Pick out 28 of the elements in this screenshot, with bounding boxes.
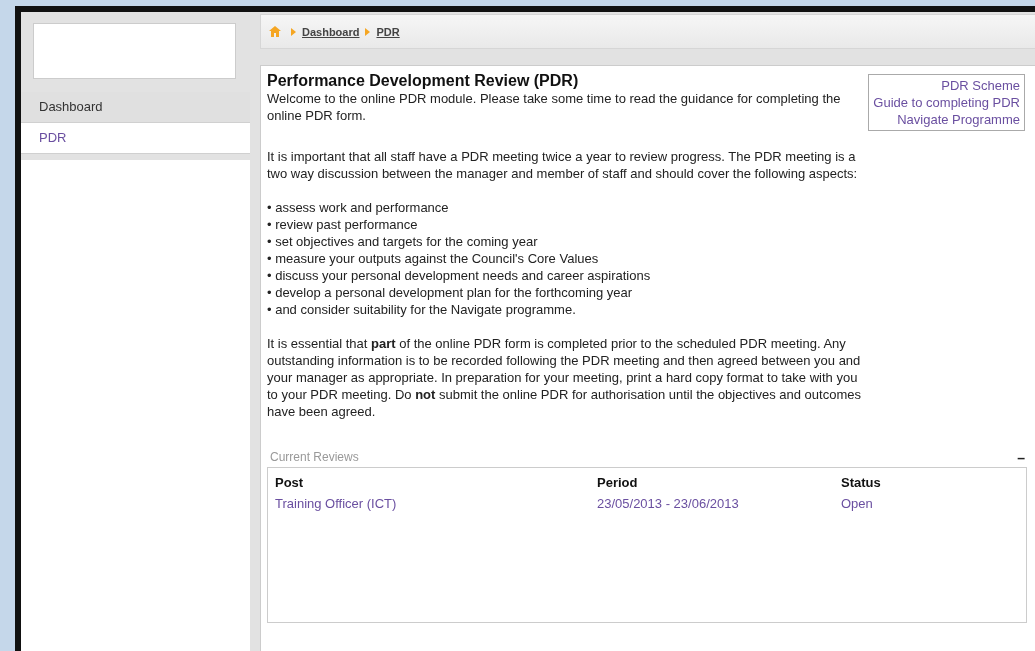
notice-text: It is essential that part of the online PDR form is completed prior to the scheduled PDR meeting. Any outstanding information is to be recorded following the PDR meeting and then agreed between you and your manager as appropriate. In preparation for your meeting, print a hard copy format to take with you to your PDR meeting. Do not submit the online PDR for authorisation until the objectives and outcomes have been agreed. xyxy=(267,335,862,420)
bullet-item: • discuss your personal development needs and career aspirations xyxy=(267,267,652,284)
intro-text: Welcome to the online PDR module. Please take some time to read the guidance for completing the online PDR form. xyxy=(267,90,842,124)
guidance-link[interactable]: PDR Scheme xyxy=(941,77,1020,94)
table-cell[interactable]: 23/05/2013 - 23/06/2013 xyxy=(597,493,841,514)
table-cell[interactable]: Training Officer (ICT) xyxy=(275,493,597,514)
bullet-item: • develop a personal development plan for the forthcoming year xyxy=(267,284,634,301)
bullet-item: • review past performance xyxy=(267,216,419,233)
chevron-icon xyxy=(365,27,371,36)
bullet-item: • assess work and performance xyxy=(267,199,450,216)
guidance-link[interactable]: Guide to completing PDR xyxy=(873,94,1020,111)
section-title: Current Reviews xyxy=(269,450,359,464)
chevron-icon xyxy=(291,27,296,36)
sidebar-item[interactable]: PDR xyxy=(21,123,250,154)
page-title: Performance Development Review (PDR) xyxy=(267,72,580,90)
table-cell[interactable]: Open xyxy=(841,493,873,514)
bullet-item: • set objectives and targets for the coming year xyxy=(267,233,539,250)
home-icon[interactable] xyxy=(269,26,281,37)
column-header: Period xyxy=(597,474,639,492)
column-header: Post xyxy=(275,474,305,492)
breadcrumb-link[interactable]: PDR xyxy=(376,25,400,38)
guidance-link[interactable]: Navigate Programme xyxy=(897,111,1020,128)
body-text: It is important that all staff have a PDR meeting twice a year to review progress. The PDR meeting is a two way discussion between the manager and member of staff and should cover the following aspects: xyxy=(267,148,859,182)
breadcrumb-link[interactable]: Dashboard xyxy=(302,25,360,38)
collapse-button[interactable]: – xyxy=(1017,452,1025,464)
bullet-item: • measure your outputs against the Council's Core Values xyxy=(267,250,600,267)
column-header: Status xyxy=(841,474,881,492)
bullet-item: • and consider suitability for the Navigate programme. xyxy=(267,301,577,318)
